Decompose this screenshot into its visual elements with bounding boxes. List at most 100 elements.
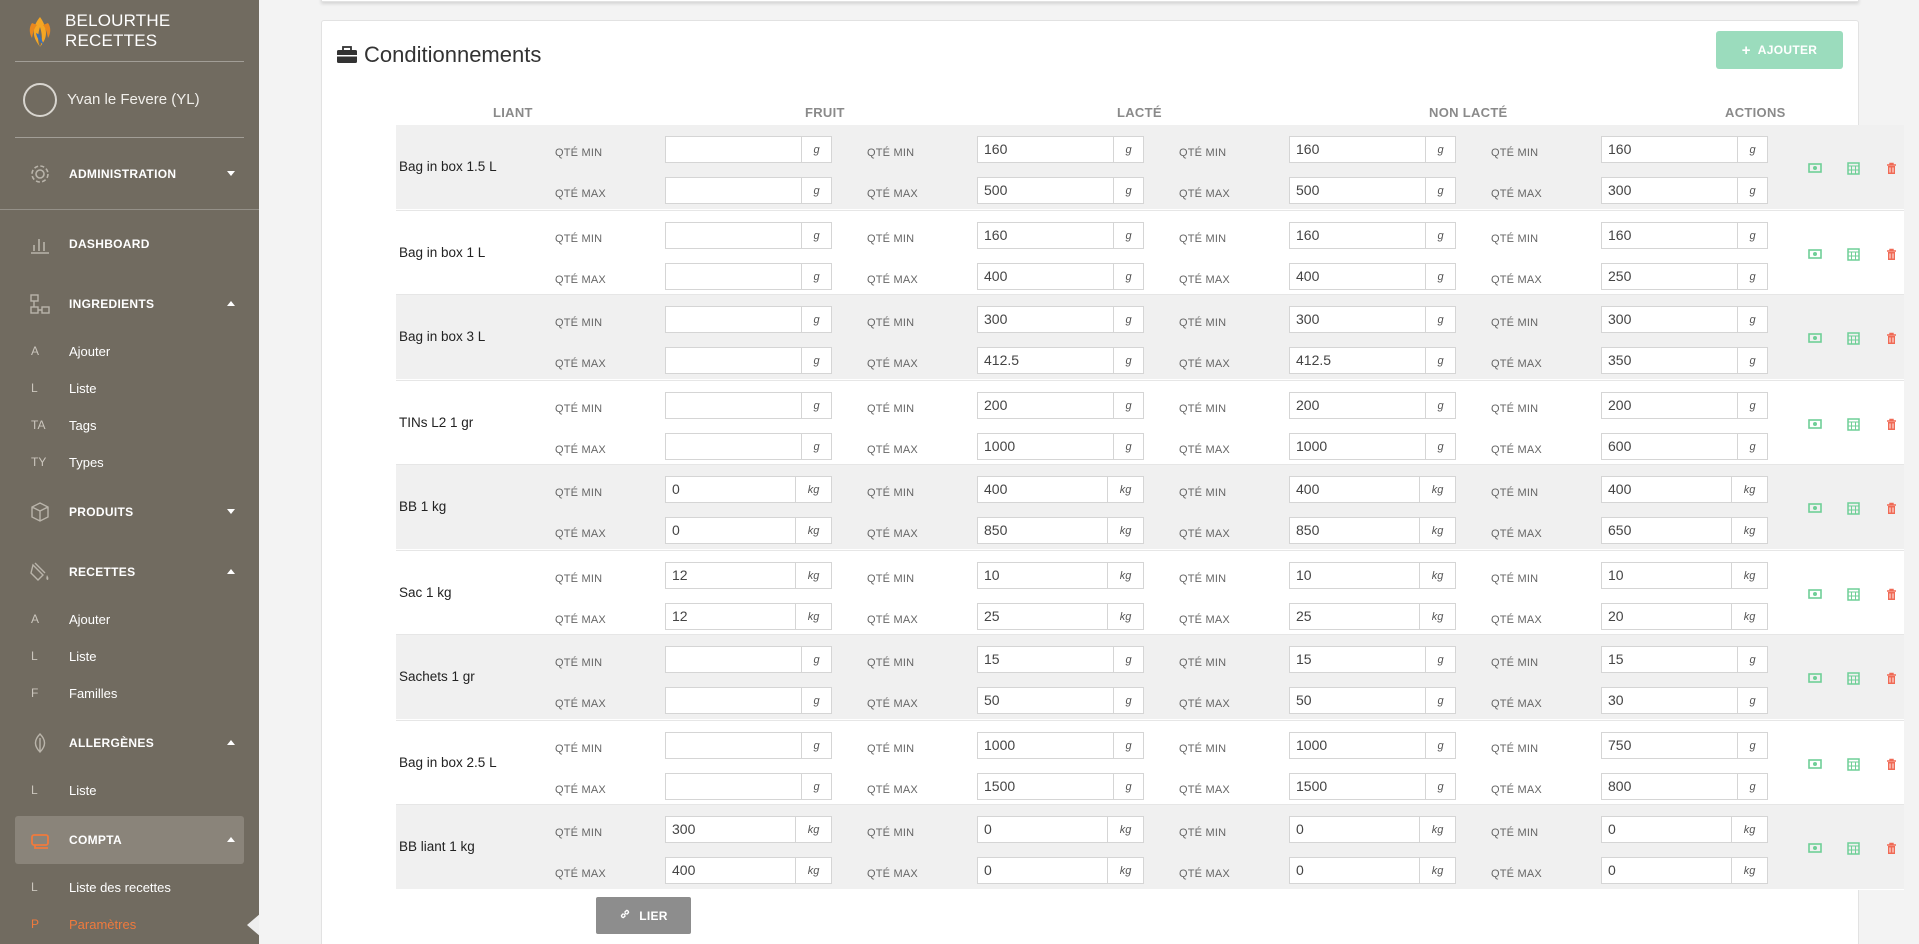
- calendar-icon[interactable]: [1834, 159, 1872, 177]
- lacte-qty-max-input[interactable]: 1000: [1289, 433, 1426, 460]
- liant-qty-min-input[interactable]: [665, 306, 802, 333]
- money-icon[interactable]: [1796, 245, 1834, 263]
- fruit-qty-min-input[interactable]: 400: [977, 476, 1108, 503]
- lacte-qty-max-input[interactable]: 500: [1289, 177, 1426, 204]
- liant-qty-min-input[interactable]: 300: [665, 816, 796, 843]
- non-lacte-qty-min-input[interactable]: 15: [1601, 646, 1738, 673]
- money-icon[interactable]: [1796, 755, 1834, 773]
- calendar-icon[interactable]: [1834, 329, 1872, 347]
- calendar-icon[interactable]: [1834, 669, 1872, 687]
- money-icon[interactable]: [1796, 159, 1834, 177]
- fruit-qty-min-input[interactable]: 200: [977, 392, 1114, 419]
- non-lacte-qty-max-input[interactable]: 650: [1601, 517, 1732, 544]
- trash-icon[interactable]: [1872, 839, 1910, 857]
- sidebar-item-recettes-liste[interactable]: L Liste: [0, 642, 259, 670]
- non-lacte-qty-max-input[interactable]: 0: [1601, 857, 1732, 884]
- trash-icon[interactable]: [1872, 755, 1910, 773]
- money-icon[interactable]: [1796, 415, 1834, 433]
- liant-qty-max-input[interactable]: 0: [665, 517, 796, 544]
- fruit-qty-min-input[interactable]: 160: [977, 136, 1114, 163]
- liant-qty-max-input[interactable]: [665, 687, 802, 714]
- menu-administration[interactable]: ADMINISTRATION: [0, 152, 259, 196]
- non-lacte-qty-max-input[interactable]: 600: [1601, 433, 1738, 460]
- fruit-qty-max-input[interactable]: 500: [977, 177, 1114, 204]
- non-lacte-qty-min-input[interactable]: 0: [1601, 816, 1732, 843]
- liant-qty-min-input[interactable]: [665, 136, 802, 163]
- lacte-qty-min-input[interactable]: 15: [1289, 646, 1426, 673]
- link-button[interactable]: LIER: [596, 897, 691, 934]
- non-lacte-qty-max-input[interactable]: 350: [1601, 347, 1738, 374]
- sidebar-item-recettes-ajouter[interactable]: A Ajouter: [0, 605, 259, 633]
- sidebar-item-ingredients-types[interactable]: TY Types: [0, 448, 259, 476]
- fruit-qty-min-input[interactable]: 300: [977, 306, 1114, 333]
- menu-dashboard[interactable]: DASHBOARD: [0, 222, 259, 266]
- sidebar-item-compta-liste[interactable]: L Liste des recettes: [0, 873, 259, 901]
- lacte-qty-max-input[interactable]: 850: [1289, 517, 1420, 544]
- non-lacte-qty-min-input[interactable]: 160: [1601, 222, 1738, 249]
- menu-compta[interactable]: COMPTA: [0, 818, 259, 862]
- lacte-qty-min-input[interactable]: 200: [1289, 392, 1426, 419]
- non-lacte-qty-min-input[interactable]: 750: [1601, 732, 1738, 759]
- lacte-qty-max-input[interactable]: 25: [1289, 603, 1420, 630]
- fruit-qty-min-input[interactable]: 1000: [977, 732, 1114, 759]
- sidebar-item-recettes-familles[interactable]: F Familles: [0, 679, 259, 707]
- money-icon[interactable]: [1796, 329, 1834, 347]
- non-lacte-qty-min-input[interactable]: 400: [1601, 476, 1732, 503]
- non-lacte-qty-min-input[interactable]: 200: [1601, 392, 1738, 419]
- user-profile[interactable]: Yvan le Fevere (YL): [15, 62, 244, 138]
- non-lacte-qty-max-input[interactable]: 800: [1601, 773, 1738, 800]
- lacte-qty-min-input[interactable]: 1000: [1289, 732, 1426, 759]
- fruit-qty-min-input[interactable]: 160: [977, 222, 1114, 249]
- calendar-icon[interactable]: [1834, 839, 1872, 857]
- money-icon[interactable]: [1796, 839, 1834, 857]
- sidebar-item-allergenes-liste[interactable]: L Liste: [0, 776, 259, 804]
- lacte-qty-min-input[interactable]: 160: [1289, 222, 1426, 249]
- lacte-qty-min-input[interactable]: 400: [1289, 476, 1420, 503]
- lacte-qty-max-input[interactable]: 0: [1289, 857, 1420, 884]
- liant-qty-min-input[interactable]: [665, 392, 802, 419]
- trash-icon[interactable]: [1872, 415, 1910, 433]
- calendar-icon[interactable]: [1834, 585, 1872, 603]
- fruit-qty-max-input[interactable]: 850: [977, 517, 1108, 544]
- trash-icon[interactable]: [1872, 329, 1910, 347]
- calendar-icon[interactable]: [1834, 755, 1872, 773]
- non-lacte-qty-max-input[interactable]: 20: [1601, 603, 1732, 630]
- non-lacte-qty-min-input[interactable]: 10: [1601, 562, 1732, 589]
- sidebar-item-ingredients-tags[interactable]: TA Tags: [0, 411, 259, 439]
- sidebar-item-ingredients-liste[interactable]: L Liste: [0, 374, 259, 402]
- money-icon[interactable]: [1796, 499, 1834, 517]
- lacte-qty-min-input[interactable]: 0: [1289, 816, 1420, 843]
- fruit-qty-max-input[interactable]: 1000: [977, 433, 1114, 460]
- liant-qty-max-input[interactable]: [665, 177, 802, 204]
- money-icon[interactable]: [1796, 669, 1834, 687]
- trash-icon[interactable]: [1872, 245, 1910, 263]
- lacte-qty-max-input[interactable]: 400: [1289, 263, 1426, 290]
- liant-qty-max-input[interactable]: [665, 263, 802, 290]
- liant-qty-max-input[interactable]: 12: [665, 603, 796, 630]
- liant-qty-max-input[interactable]: [665, 773, 802, 800]
- trash-icon[interactable]: [1872, 585, 1910, 603]
- non-lacte-qty-min-input[interactable]: 300: [1601, 306, 1738, 333]
- liant-qty-min-input[interactable]: [665, 646, 802, 673]
- liant-qty-min-input[interactable]: 0: [665, 476, 796, 503]
- menu-allergenes[interactable]: ALLERGÈNES: [0, 721, 259, 765]
- trash-icon[interactable]: [1872, 159, 1910, 177]
- sidebar-item-compta-parametres[interactable]: P Paramètres: [0, 910, 259, 938]
- lacte-qty-max-input[interactable]: 1500: [1289, 773, 1426, 800]
- liant-qty-max-input[interactable]: 400: [665, 857, 796, 884]
- lacte-qty-min-input[interactable]: 10: [1289, 562, 1420, 589]
- menu-produits[interactable]: PRODUITS: [0, 490, 259, 534]
- fruit-qty-max-input[interactable]: 412.5: [977, 347, 1114, 374]
- lacte-qty-min-input[interactable]: 300: [1289, 306, 1426, 333]
- trash-icon[interactable]: [1872, 499, 1910, 517]
- add-button[interactable]: + AJOUTER: [1716, 31, 1843, 69]
- fruit-qty-min-input[interactable]: 15: [977, 646, 1114, 673]
- menu-ingredients[interactable]: INGREDIENTS: [0, 282, 259, 326]
- liant-qty-min-input[interactable]: [665, 222, 802, 249]
- fruit-qty-min-input[interactable]: 10: [977, 562, 1108, 589]
- non-lacte-qty-max-input[interactable]: 300: [1601, 177, 1738, 204]
- liant-qty-max-input[interactable]: [665, 433, 802, 460]
- calendar-icon[interactable]: [1834, 415, 1872, 433]
- liant-qty-min-input[interactable]: 12: [665, 562, 796, 589]
- non-lacte-qty-max-input[interactable]: 250: [1601, 263, 1738, 290]
